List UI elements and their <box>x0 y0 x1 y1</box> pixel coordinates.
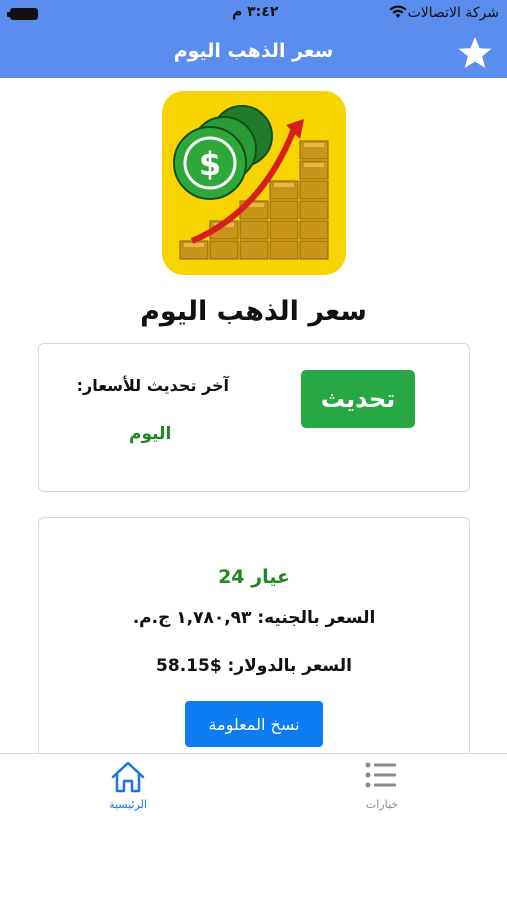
tab-bar: الرئيسية خيارات <box>0 753 507 900</box>
price-card: عيار 24 السعر بالجنيه: ١,٧٨٠,٩٣ ج.م. الس… <box>38 517 470 757</box>
nav-title: سعر الذهب اليوم <box>173 40 334 62</box>
tab-home[interactable]: الرئيسية <box>68 754 188 824</box>
home-icon <box>111 761 145 793</box>
refresh-button[interactable]: تحديث <box>301 370 415 428</box>
page-title: سعر الذهب اليوم <box>140 296 367 327</box>
carrier-name: شركة الاتصالات <box>407 5 499 21</box>
svg-text:$: $ <box>199 145 221 183</box>
nav-bar: سعر الذهب اليوم <box>0 28 507 78</box>
battery-icon <box>7 8 38 20</box>
tab-options[interactable]: خيارات <box>322 754 442 824</box>
price-egp: السعر بالجنيه: ١,٧٨٠,٩٣ ج.م. <box>132 608 376 628</box>
copy-info-button[interactable]: نسخ المعلومة <box>185 701 323 747</box>
karat-label: عيار 24 <box>218 566 290 588</box>
wifi-icon <box>389 5 407 18</box>
update-card: تحديث آخر تحديث للأسعار: اليوم <box>38 343 470 492</box>
list-icon <box>365 762 396 788</box>
last-update-label: آخر تحديث للأسعار: <box>76 376 229 395</box>
tab-home-label: الرئيسية <box>109 798 147 811</box>
last-update-value: اليوم <box>129 424 172 444</box>
star-icon[interactable] <box>457 35 493 71</box>
gold-price-app-icon: $ <box>162 91 346 275</box>
tab-options-label: خيارات <box>365 798 399 811</box>
status-bar: ٣:٤٢ م شركة الاتصالات <box>0 0 507 28</box>
status-time: ٣:٤٢ م <box>232 4 279 20</box>
price-usd: السعر بالدولار: $58.15 <box>156 656 352 676</box>
